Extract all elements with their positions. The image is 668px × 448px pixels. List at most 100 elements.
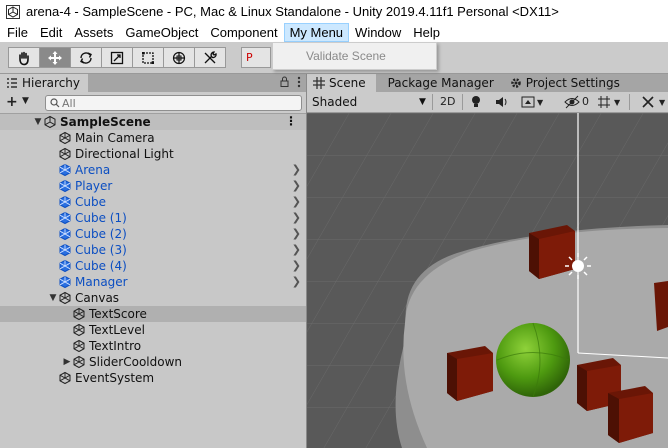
hierarchy-row-eventsystem[interactable]: EventSystem: [0, 370, 306, 386]
tab-label: Project Settings: [525, 76, 620, 90]
scale-tool-button[interactable]: [101, 47, 133, 68]
scene-name: SampleScene: [60, 115, 151, 129]
prefab-cube-icon: [59, 227, 71, 241]
hierarchy-row-main-camera[interactable]: Main Camera: [0, 130, 306, 146]
hierarchy-row-cube-2[interactable]: Cube (2) ❯: [0, 226, 306, 242]
player-sphere[interactable]: [496, 322, 570, 398]
gameobject-cube-icon: [73, 323, 85, 337]
pivot-toggle-button[interactable]: P: [241, 47, 271, 68]
hierarchy-row-cube-3[interactable]: Cube (3) ❯: [0, 242, 306, 258]
hierarchy-row-textintro[interactable]: TextIntro: [0, 338, 306, 354]
scene-viewport[interactable]: [307, 113, 668, 448]
cube-object[interactable]: [447, 346, 493, 401]
unity-scene-icon: [44, 115, 56, 129]
menu-component[interactable]: Component: [204, 23, 283, 42]
gameobject-cube-icon: [73, 355, 85, 369]
scene-root-row[interactable]: ▼ SampleScene ⋮: [0, 114, 306, 130]
menu-item-validate-scene[interactable]: Validate Scene: [306, 49, 386, 63]
wrench-screwdriver-icon: [204, 50, 217, 63]
chevron-down-icon[interactable]: ▼: [659, 98, 665, 107]
rotate-icon: [80, 51, 92, 64]
shading-mode-dropdown[interactable]: Shaded: [312, 95, 357, 109]
gameobject-cube-icon: [73, 307, 85, 321]
gameobject-cube-icon: [59, 147, 71, 161]
scene-menu-icon[interactable]: ⋮: [285, 114, 297, 128]
gameobject-cube-icon: [59, 131, 71, 145]
fold-open-icon[interactable]: ▼: [48, 293, 58, 303]
rect-tool-button[interactable]: [132, 47, 164, 68]
tab-hierarchy[interactable]: Hierarchy: [0, 74, 88, 92]
chevron-right-icon[interactable]: ❯: [292, 211, 301, 224]
prefab-cube-icon: [59, 243, 71, 257]
chevron-right-icon[interactable]: ❯: [292, 179, 301, 192]
hierarchy-row-textlevel[interactable]: TextLevel: [0, 322, 306, 338]
hierarchy-tree: ▼ SampleScene ⋮ Main Camera Directional L…: [0, 114, 306, 386]
audio-icon[interactable]: [495, 95, 509, 109]
chevron-down-icon[interactable]: ▼: [614, 98, 620, 107]
menu-edit[interactable]: Edit: [34, 23, 68, 42]
lock-icon[interactable]: [280, 76, 289, 87]
chevron-down-icon[interactable]: ▼: [537, 98, 543, 107]
hierarchy-row-label: TextIntro: [89, 339, 142, 353]
tab-label: Package Manager: [387, 76, 494, 90]
lightbulb-icon[interactable]: [470, 95, 482, 109]
add-object-button[interactable]: +: [6, 94, 18, 110]
prefab-cube-icon: [59, 163, 71, 177]
hierarchy-row-label: Cube (1): [75, 211, 127, 225]
hierarchy-row-slidercooldown[interactable]: ▶ SliderCooldown: [0, 354, 306, 370]
gizmos-tools-icon[interactable]: [641, 95, 655, 109]
menu-assets[interactable]: Assets: [68, 23, 119, 42]
move-tool-button[interactable]: [39, 47, 71, 68]
hierarchy-row-cube[interactable]: Cube ❯: [0, 194, 306, 210]
hierarchy-row-manager[interactable]: Manager ❯: [0, 274, 306, 290]
tab-scene[interactable]: Scene: [307, 74, 376, 92]
chevron-right-icon[interactable]: ❯: [292, 243, 301, 256]
hierarchy-search-input[interactable]: [45, 95, 302, 111]
menu-gameobject[interactable]: GameObject: [119, 23, 204, 42]
hidden-count: 0: [582, 95, 589, 108]
chevron-right-icon[interactable]: ❯: [292, 227, 301, 240]
tab-package-manager[interactable]: Package Manager: [376, 74, 504, 92]
hand-icon: [19, 51, 29, 65]
move-arrows-icon: [48, 50, 62, 65]
pivot-label: P: [246, 51, 253, 64]
chevron-right-icon[interactable]: ❯: [292, 259, 301, 272]
effects-icon[interactable]: [521, 95, 535, 109]
chevron-right-icon[interactable]: ❯: [292, 275, 301, 288]
fold-closed-icon[interactable]: ▶: [62, 357, 72, 367]
cube-object[interactable]: [608, 386, 653, 443]
rotate-tool-button[interactable]: [70, 47, 102, 68]
hierarchy-tab-row: Hierarchy: [0, 74, 306, 92]
hidden-eye-icon[interactable]: [564, 95, 580, 109]
hierarchy-row-label: Cube: [75, 195, 106, 209]
tab-project-settings[interactable]: Project Settings: [504, 74, 630, 92]
grid-snap-icon[interactable]: [597, 95, 611, 109]
chevron-right-icon[interactable]: ❯: [292, 195, 301, 208]
hierarchy-row-directional-light[interactable]: Directional Light: [0, 146, 306, 162]
hierarchy-row-player[interactable]: Player ❯: [0, 178, 306, 194]
transform-tool-button[interactable]: [163, 47, 195, 68]
kebab-menu-icon[interactable]: [297, 76, 301, 88]
custom-tool-button[interactable]: [194, 47, 226, 68]
hierarchy-row-textscore[interactable]: TextScore: [0, 306, 306, 322]
chevron-right-icon[interactable]: ❯: [292, 163, 301, 176]
hierarchy-panel: Hierarchy + ▼ ▼ SampleScene ⋮ Main Camer…: [0, 74, 307, 448]
hierarchy-row-label: TextLevel: [89, 323, 145, 337]
menu-my-menu[interactable]: My Menu: [283, 23, 350, 42]
menu-file[interactable]: File: [1, 23, 34, 42]
scene-render: [307, 113, 668, 448]
hierarchy-row-cube-4[interactable]: Cube (4) ❯: [0, 258, 306, 274]
toggle-2d-button[interactable]: 2D: [440, 95, 455, 108]
prefab-cube-icon: [59, 211, 71, 225]
menu-help[interactable]: Help: [407, 23, 446, 42]
hierarchy-row-cube-1[interactable]: Cube (1) ❯: [0, 210, 306, 226]
hierarchy-row-arena[interactable]: Arena ❯: [0, 162, 306, 178]
cube-object[interactable]: [529, 225, 575, 279]
menu-window[interactable]: Window: [349, 23, 407, 42]
hierarchy-row-canvas[interactable]: ▼ Canvas: [0, 290, 306, 306]
toolbar-separator: [629, 94, 630, 110]
hand-tool-button[interactable]: [8, 47, 40, 68]
chevron-down-icon[interactable]: ▼: [22, 96, 29, 106]
chevron-down-icon[interactable]: ▼: [419, 97, 426, 107]
fold-open-icon[interactable]: ▼: [33, 117, 43, 127]
